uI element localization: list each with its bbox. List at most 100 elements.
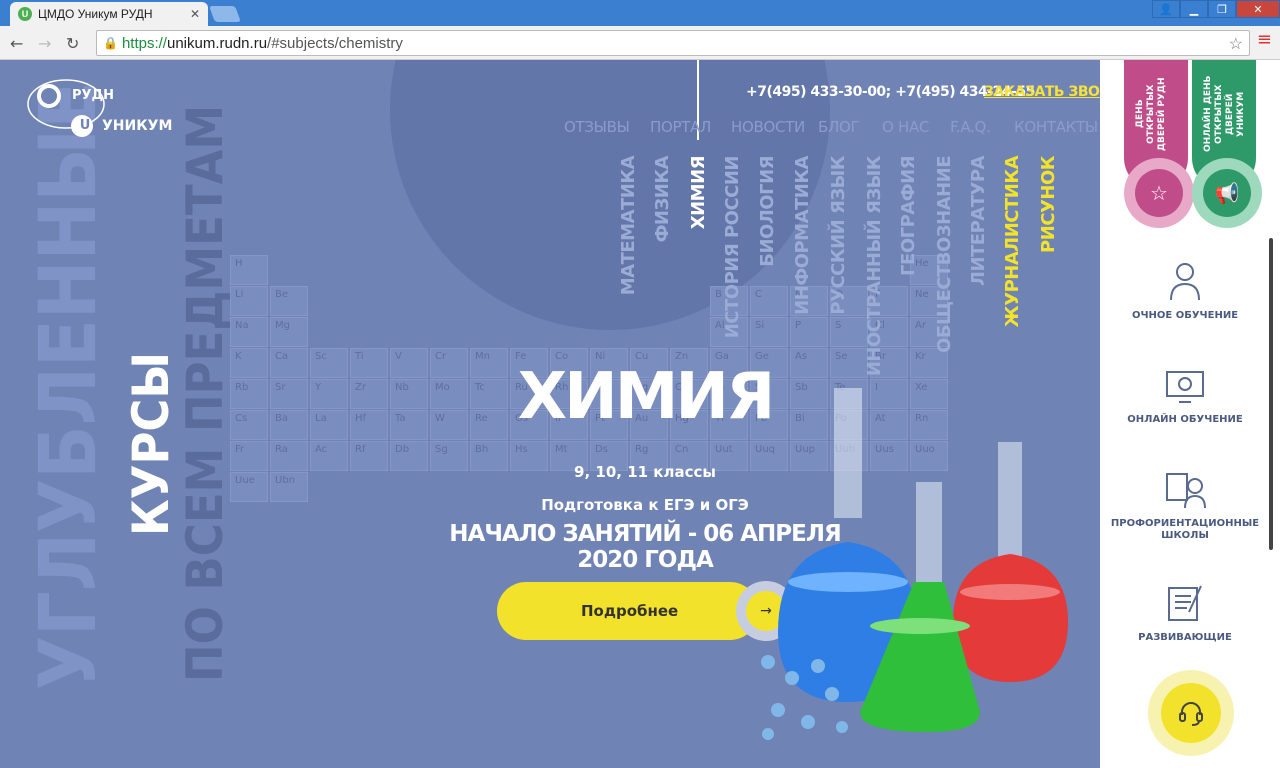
element-cell: Db <box>390 441 428 471</box>
element-cell: Uue <box>230 472 268 502</box>
close-tab-icon[interactable]: ✕ <box>190 7 200 21</box>
user-icon[interactable]: 👤 <box>1152 0 1180 18</box>
side-text-line1: УГЛУБЛЕННЫЕ <box>24 80 114 690</box>
details-button-label: Подробнее <box>581 602 679 620</box>
ribbon-online-open-day-label: ОНЛАЙН ДЕНЬ ОТКРЫТЫХ ДВЕРЕЙ УНИКУМ <box>1203 75 1246 153</box>
maximize-button[interactable]: ❐ <box>1208 0 1236 18</box>
element-cell: Ca <box>270 348 308 378</box>
logo-text-unikum: УНИКУМ <box>102 118 173 134</box>
browser-tab[interactable]: U ЦМДО Уникум РУДН ✕ <box>10 2 208 26</box>
element-cell: Si <box>750 317 788 347</box>
headset-icon <box>1179 702 1203 726</box>
logo-letter: U <box>79 118 91 133</box>
minimize-button[interactable]: ▁ <box>1180 0 1208 18</box>
new-tab-button[interactable] <box>209 6 241 22</box>
nav-reviews[interactable]: ОТЗЫВЫ <box>564 118 630 136</box>
element-cell: Nb <box>390 379 428 409</box>
url-host: unikum.rudn.ru <box>166 34 268 52</box>
bookmark-star-icon[interactable]: ☆ <box>1229 34 1243 54</box>
help-button[interactable] <box>1148 670 1234 756</box>
teacher-icon <box>1166 473 1206 509</box>
details-button[interactable]: Подробнее <box>497 582 759 640</box>
service-online[interactable]: ОНЛАЙН ОБУЧЕНИЕ <box>1110 364 1260 426</box>
subject-1[interactable]: МАТЕМАТИКА <box>618 156 639 295</box>
subject-5[interactable]: БИОЛОГИЯ <box>757 156 778 267</box>
tab-bar: U ЦМДО Уникум РУДН ✕ 👤 ▁ ❐ ✕ <box>0 0 1280 26</box>
flasks-illustration <box>761 388 1068 740</box>
element-cell: P <box>790 317 828 347</box>
element-cell: Be <box>270 286 308 316</box>
logo-text-rudn: РУДН <box>72 88 115 103</box>
element-cell: S <box>830 317 868 347</box>
monitor-icon <box>1166 371 1204 403</box>
element-cell: Ra <box>270 441 308 471</box>
url-input[interactable]: 🔒 https:// unikum.rudn.ru /#subjects/che… <box>96 30 1250 56</box>
browser-chrome: U ЦМДО Уникум РУДН ✕ 👤 ▁ ❐ ✕ ← → ↻ 🔒 htt… <box>0 0 1280 60</box>
subject-2[interactable]: ФИЗИКА <box>652 156 673 242</box>
subject-8[interactable]: ИНОСТРАННЫЙ ЯЗЫК <box>864 156 885 376</box>
element-cell: Zr <box>350 379 388 409</box>
service-developing-label: РАЗВИВАЮЩИЕ <box>1138 632 1232 643</box>
tab-title: ЦМДО Уникум РУДН <box>38 7 153 21</box>
reload-icon[interactable]: ↻ <box>66 34 79 53</box>
element-cell: Ti <box>350 348 388 378</box>
service-offline[interactable]: ОЧНОЕ ОБУЧЕНИЕ <box>1110 260 1260 322</box>
ribbon-open-day-rudn-label: ДЕНЬ ОТКРЫТЫХ ДВЕРЕЙ РУДН <box>1135 77 1167 151</box>
element-cell: La <box>310 410 348 440</box>
element-cell: Cs <box>230 410 268 440</box>
scrollbar[interactable] <box>1269 238 1273 550</box>
element-cell: Hf <box>350 410 388 440</box>
service-offline-label: ОЧНОЕ ОБУЧЕНИЕ <box>1131 310 1239 321</box>
nav-about[interactable]: О НАС <box>882 118 929 136</box>
student-icon <box>1170 263 1200 301</box>
element-cell: Y <box>310 379 348 409</box>
subject-6[interactable]: ИНФОРМАТИКА <box>792 156 813 315</box>
url-path: /#subjects/chemistry <box>267 34 403 52</box>
hero-grades: 9, 10, 11 классы <box>574 463 716 481</box>
forward-icon[interactable]: → <box>38 34 51 53</box>
subject-11[interactable]: ЛИТЕРАТУРА <box>968 156 989 286</box>
ribbon-open-day-rudn-badge[interactable]: ☆ <box>1124 158 1194 228</box>
element-cell: H <box>230 255 268 285</box>
subject-9[interactable]: ГЕОГРАФИЯ <box>898 156 919 276</box>
subject-4[interactable]: ИСТОРИЯ РОССИИ <box>722 156 743 338</box>
subject-12[interactable]: ЖУРНАЛИСТИКА <box>1002 156 1023 327</box>
element-cell: Mg <box>270 317 308 347</box>
nav-blog[interactable]: БЛОГ <box>818 118 860 136</box>
menu-icon[interactable]: ≡ <box>1257 31 1272 49</box>
element-cell: Se <box>830 348 868 378</box>
service-career-schools[interactable]: ПРОФОРИЕНТАЦИОННЫЕ ШКОЛЫ <box>1110 468 1260 542</box>
element-cell: As <box>790 348 828 378</box>
subject-10[interactable]: ОБЩЕСТВОЗНАНИЕ <box>934 156 955 353</box>
element-cell: Cr <box>430 348 468 378</box>
element-cell: Sg <box>430 441 468 471</box>
element-cell: Sc <box>310 348 348 378</box>
side-text-line2: КУРСЫ <box>122 351 180 536</box>
megaphone-icon: 📢 <box>1203 169 1251 217</box>
nav-contacts[interactable]: КОНТАКТЫ <box>1014 118 1098 136</box>
lock-icon: 🔒 <box>103 36 118 50</box>
ribbon-online-open-day-badge[interactable]: 📢 <box>1192 158 1262 228</box>
back-icon[interactable]: ← <box>10 34 23 53</box>
element-cell: K <box>230 348 268 378</box>
element-cell: Mo <box>430 379 468 409</box>
service-developing[interactable]: РАЗВИВАЮЩИЕ <box>1110 582 1260 644</box>
element-cell: Ac <box>310 441 348 471</box>
subject-7[interactable]: РУССКИЙ ЯЗЫК <box>828 156 849 315</box>
element-cell: Ubn <box>270 472 308 502</box>
subject-13[interactable]: РИСУНОК <box>1038 156 1059 253</box>
element-cell: Fr <box>230 441 268 471</box>
page: H He Li Be B C N O F Ne Na Mg Al Si P S Cl Ar K Ca Sc Ti V Cr Mn… <box>0 60 1280 768</box>
subject-3[interactable]: ХИМИЯ <box>688 156 709 229</box>
service-career-schools-label: ПРОФОРИЕНТАЦИОННЫЕ ШКОЛЫ <box>1110 518 1260 541</box>
element-cell: Sr <box>270 379 308 409</box>
element-cell: Ba <box>270 410 308 440</box>
close-window-button[interactable]: ✕ <box>1236 0 1280 18</box>
element-cell: Na <box>230 317 268 347</box>
nav-news[interactable]: НОВОСТИ <box>731 118 805 136</box>
favicon-icon: U <box>18 7 32 21</box>
nav-portal[interactable]: ПОРТАЛ <box>650 118 711 136</box>
service-online-label: ОНЛАЙН ОБУЧЕНИЕ <box>1127 414 1243 425</box>
url-scheme: https:// <box>121 34 167 52</box>
nav-faq[interactable]: F.A.Q. <box>950 118 991 136</box>
